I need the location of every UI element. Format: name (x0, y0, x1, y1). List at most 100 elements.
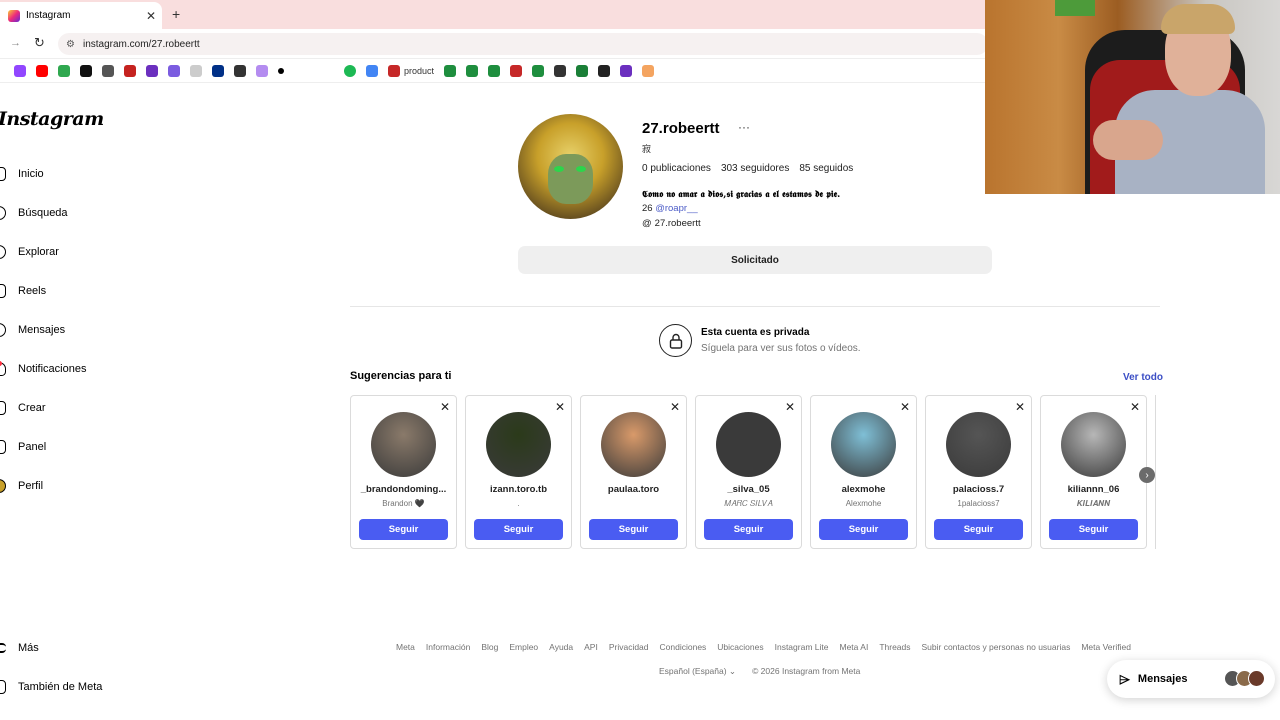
dismiss-icon[interactable]: ✕ (670, 400, 680, 414)
sheets-bookmark-icon[interactable] (444, 64, 457, 77)
footer-link[interactable]: Ayuda (549, 642, 573, 652)
footer-link[interactable]: Subir contactos y personas no usuarias (922, 642, 1071, 652)
paypal-bookmark-icon[interactable] (212, 64, 224, 77)
suggestion-avatar[interactable] (1061, 412, 1126, 477)
suggestion-username[interactable]: _silva_05 (696, 484, 801, 495)
footer-link[interactable]: Condiciones (660, 642, 707, 652)
bookmark-icon[interactable] (620, 64, 633, 77)
dismiss-icon[interactable]: ✕ (555, 400, 565, 414)
dismiss-icon[interactable]: ✕ (1015, 400, 1025, 414)
following-count[interactable]: 85 seguidos (799, 163, 853, 174)
footer-link[interactable]: Meta (396, 642, 415, 652)
site-info-icon[interactable]: ⚙ (66, 39, 75, 50)
suggestion-card[interactable]: ✕ izann.toro.tb. Seguir (465, 395, 572, 549)
instagram-logo[interactable]: Instagram (0, 108, 104, 130)
sidebar-item-inicio[interactable]: Inicio (0, 162, 44, 186)
bookmark-icon[interactable] (256, 64, 268, 77)
sheets-bookmark-icon[interactable] (532, 64, 545, 77)
reload-icon[interactable]: ↻ (34, 35, 45, 51)
whatsapp-bookmark-icon[interactable] (234, 64, 246, 77)
suggestion-card[interactable]: ✕ _brandondoming... Brandon 🖤 Seguir (350, 395, 457, 549)
footer-link[interactable]: Ubicaciones (717, 642, 763, 652)
footer-link[interactable]: Meta Verified (1081, 642, 1131, 652)
see-all-link[interactable]: Ver todo (1123, 372, 1163, 383)
bookmark-icon[interactable] (598, 64, 611, 77)
follow-button[interactable]: Seguir (934, 519, 1023, 540)
followers-count[interactable]: 303 seguidores (721, 163, 789, 174)
suggestion-username[interactable]: palacioss.7 (926, 484, 1031, 495)
footer-link[interactable]: Información (426, 642, 470, 652)
suggestion-avatar[interactable] (831, 412, 896, 477)
sidebar-item-crear[interactable]: Crear (0, 396, 46, 420)
more-options-icon[interactable]: ··· (738, 120, 750, 134)
bookmark-icon[interactable] (510, 64, 523, 77)
suggestion-card[interactable]: ✕ paulaa.toro Seguir (580, 395, 687, 549)
dismiss-icon[interactable]: ✕ (1130, 400, 1140, 414)
suggestion-username[interactable]: _brandondoming... (351, 484, 456, 495)
sidebar-item-explorar[interactable]: Explorar (0, 240, 59, 264)
youtube-bookmark-icon[interactable] (36, 64, 48, 77)
bookmark-icon[interactable] (168, 64, 180, 77)
tiktok-bookmark-icon[interactable] (80, 64, 92, 77)
sidebar-item-notificaciones[interactable]: Notificaciones (0, 357, 86, 381)
browser-tab[interactable]: Instagram ✕ (0, 2, 162, 29)
footer-link[interactable]: Instagram Lite (775, 642, 829, 652)
sidebar-item-panel[interactable]: Panel (0, 435, 46, 459)
spotify-bookmark-icon[interactable] (344, 64, 356, 77)
footer-link[interactable]: Meta AI (839, 642, 868, 652)
suggestion-avatar[interactable] (486, 412, 551, 477)
url-field[interactable]: ⚙ instagram.com/27.robeertt (58, 33, 988, 55)
sidebar-item-busqueda[interactable]: Búsqueda (0, 201, 68, 225)
suggestion-card[interactable]: ✕ _silva_05 𝑀𝐴𝑅𝐶 𝑆𝐼𝐿𝑉𝐴 Seguir (695, 395, 802, 549)
profile-avatar[interactable] (518, 114, 623, 219)
suggestion-avatar[interactable] (371, 412, 436, 477)
dismiss-icon[interactable]: ✕ (785, 400, 795, 414)
messages-pill[interactable]: ⌲ Mensajes (1107, 660, 1275, 698)
sidebar-item-reels[interactable]: Reels (0, 279, 46, 303)
suggestion-username[interactable]: paulaa.toro (581, 484, 686, 495)
suggestion-card[interactable]: ✕ kiliannn_06 𝑲𝑰𝑳𝑰𝑨𝑵𝑵 Seguir (1040, 395, 1147, 549)
bookmark-icon[interactable] (554, 64, 567, 77)
language-selector[interactable]: Español (España) ⌄ (659, 666, 736, 677)
sidebar-item-perfil[interactable]: Perfil (0, 474, 43, 498)
follow-button[interactable]: Seguir (1049, 519, 1138, 540)
bookmark-icon[interactable] (58, 64, 70, 77)
twitch-bookmark-icon[interactable] (14, 64, 26, 77)
suggestion-avatar[interactable] (716, 412, 781, 477)
footer-link[interactable]: Blog (481, 642, 498, 652)
suggestion-avatar[interactable] (946, 412, 1011, 477)
gmail-bookmark-icon[interactable] (124, 64, 136, 77)
footer-link[interactable]: Privacidad (609, 642, 649, 652)
bookmark-icon[interactable] (146, 64, 158, 77)
bio-mention-link[interactable]: @roapr__ (655, 203, 697, 214)
sheets-bookmark-icon[interactable] (466, 64, 479, 77)
carousel-next-icon[interactable]: › (1139, 467, 1155, 483)
suggestion-avatar[interactable] (601, 412, 666, 477)
suggestion-card[interactable]: ✕ alexmohe Alexmohe Seguir (810, 395, 917, 549)
footer-link[interactable]: Empleo (509, 642, 538, 652)
sheets-bookmark-icon[interactable] (488, 64, 501, 77)
footer-link[interactable]: API (584, 642, 598, 652)
threads-bookmark-icon[interactable] (102, 64, 114, 77)
bookmark-icon[interactable] (642, 64, 655, 77)
dismiss-icon[interactable]: ✕ (440, 400, 450, 414)
follow-button[interactable]: Seguir (589, 519, 678, 540)
requested-button[interactable]: Solicitado (518, 246, 992, 274)
bookmark-icon[interactable] (576, 64, 589, 77)
follow-button[interactable]: Seguir (704, 519, 793, 540)
bookmark-icon[interactable] (190, 64, 202, 77)
follow-button[interactable]: Seguir (474, 519, 563, 540)
bookmark-icon[interactable] (278, 67, 284, 74)
dismiss-icon[interactable]: ✕ (900, 400, 910, 414)
new-tab-button[interactable]: + (172, 6, 180, 22)
forward-icon[interactable]: → (10, 37, 21, 49)
play-bookmark-icon[interactable] (366, 64, 378, 77)
sidebar-item-meta[interactable]: También de Meta (0, 675, 102, 699)
footer-link[interactable]: Threads (879, 642, 910, 652)
suggestion-username[interactable]: alexmohe (811, 484, 916, 495)
sidebar-item-mas[interactable]: Más (0, 636, 39, 660)
tab-close-icon[interactable]: ✕ (146, 9, 156, 23)
follow-button[interactable]: Seguir (819, 519, 908, 540)
sidebar-item-mensajes[interactable]: Mensajes (0, 318, 65, 342)
product-bookmark-label[interactable]: product (404, 66, 434, 76)
